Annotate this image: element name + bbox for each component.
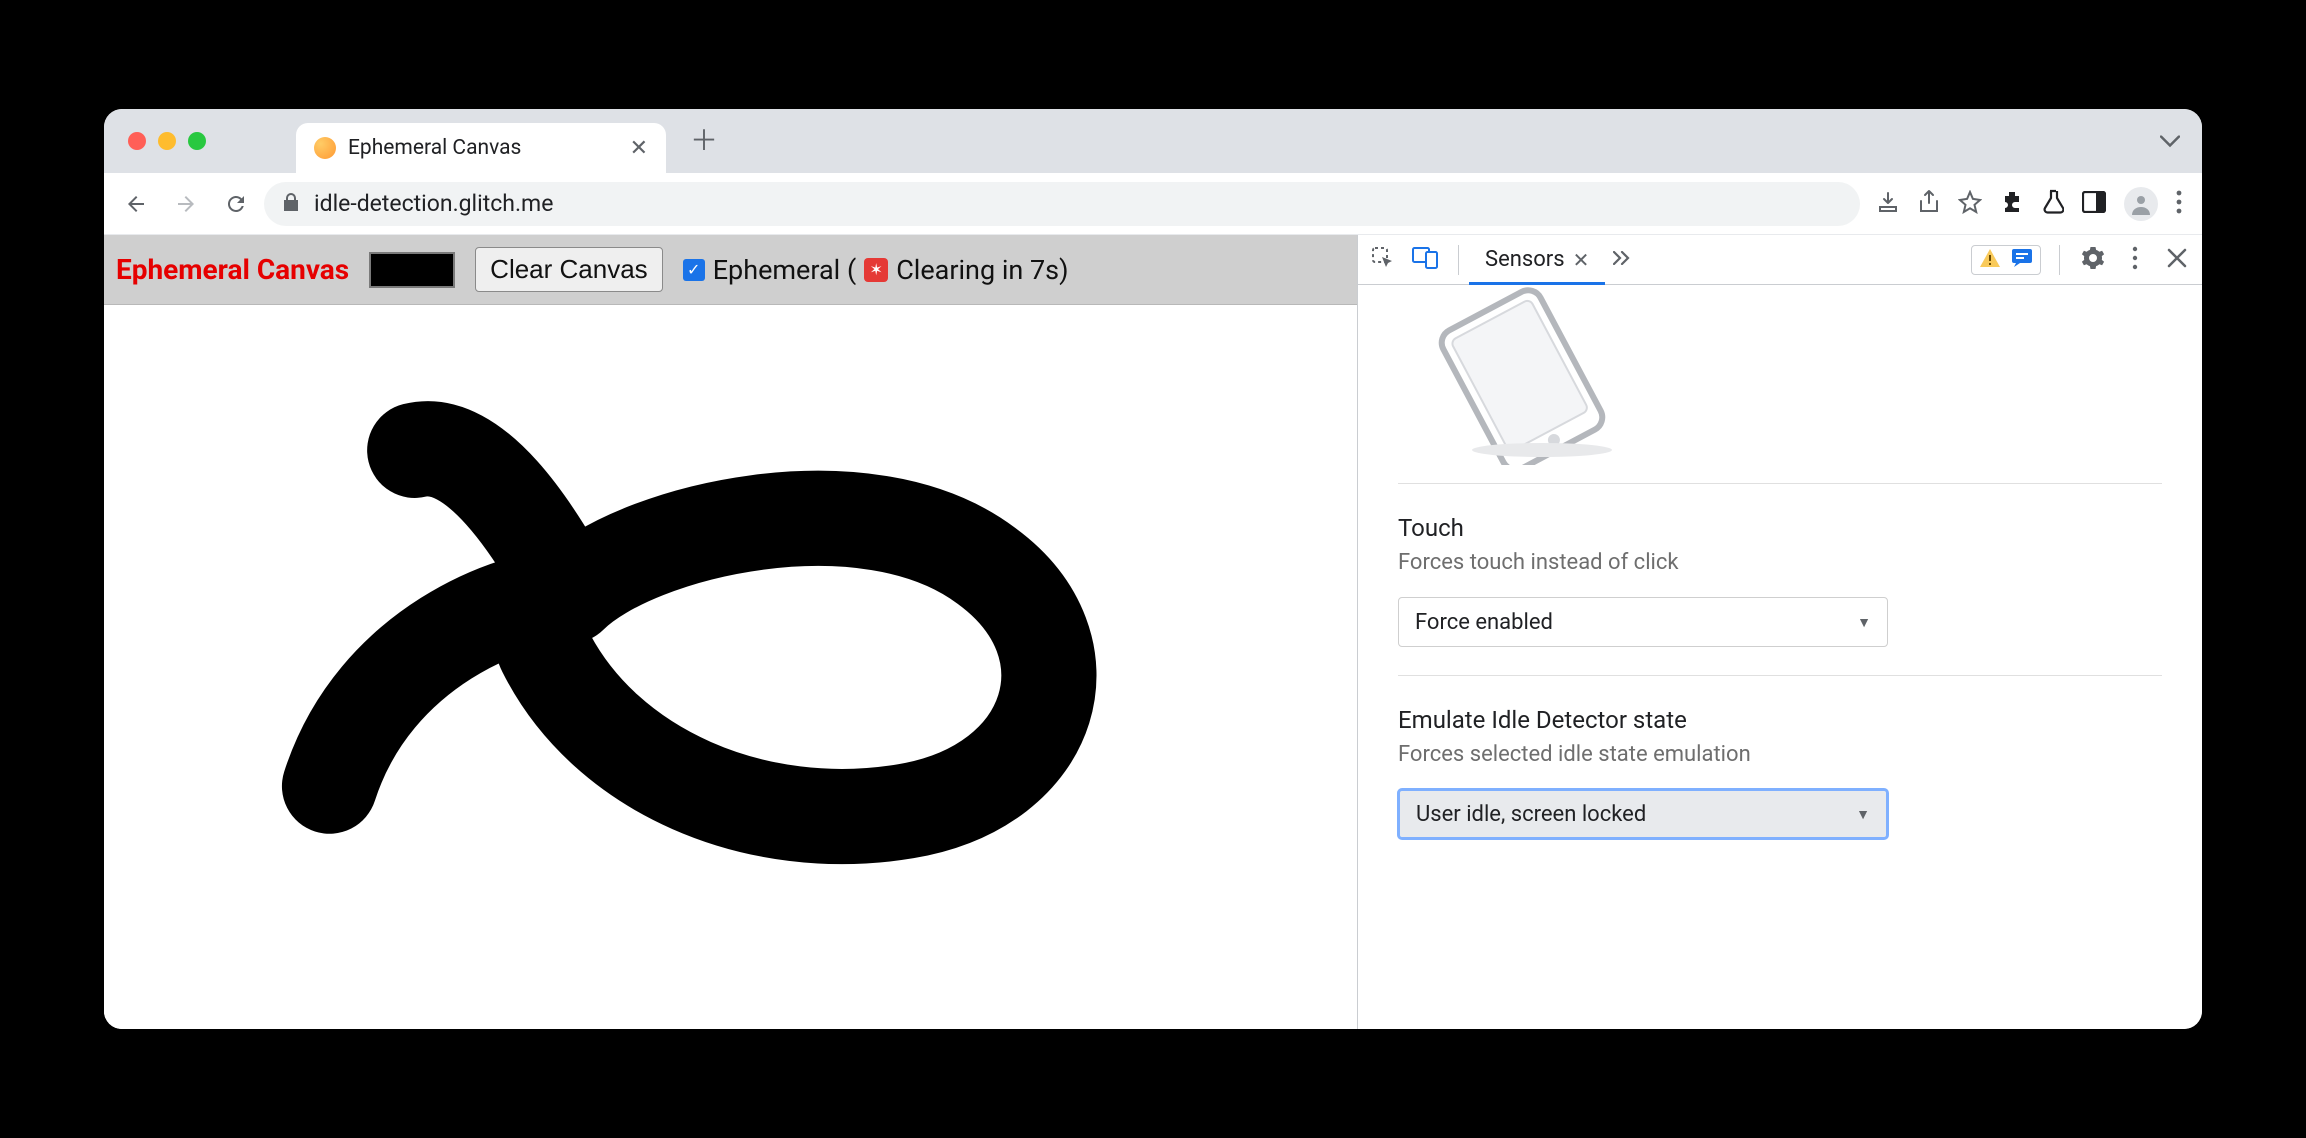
devtools-body: Touch Forces touch instead of click Forc… [1358,285,2202,1029]
page-viewport: Ephemeral Canvas Clear Canvas ✓ Ephemera… [104,235,1357,1029]
sidepanel-icon[interactable] [2082,191,2106,217]
profile-avatar[interactable] [2124,187,2158,221]
devtools-close-icon[interactable] [2162,248,2192,272]
url-text: idle-detection.glitch.me [314,190,553,217]
devtools-tab-label: Sensors [1485,247,1565,272]
separator [2059,245,2060,275]
window-controls [128,132,206,150]
warning-icon [1974,248,2006,272]
touch-select[interactable]: Force enabled ▼ [1398,597,1888,647]
browser-tab[interactable]: Ephemeral Canvas ✕ [296,123,666,173]
ephemeral-toggle-group: ✓ Ephemeral ( ✶ Clearing in 7s) [683,254,1069,286]
touch-heading: Touch [1398,514,2162,542]
devtools-tabbar: Sensors ✕ [1358,235,2202,285]
canvas-area[interactable] [104,305,1357,1029]
browser-window: Ephemeral Canvas ✕ ＋ idle-detection.glit… [104,109,2202,1029]
page-toolbar: Ephemeral Canvas Clear Canvas ✓ Ephemera… [104,235,1357,305]
install-icon[interactable] [1876,190,1900,218]
idle-sub: Forces selected idle state emulation [1398,742,2162,767]
touch-select-value: Force enabled [1415,610,1553,635]
new-tab-button[interactable]: ＋ [684,119,724,159]
idle-select[interactable]: User idle, screen locked ▼ [1398,789,1888,839]
device-toggle-icon[interactable] [1410,247,1440,273]
favicon-icon [314,137,336,159]
separator [1458,245,1459,275]
touch-sub: Forces touch instead of click [1398,550,2162,575]
chevron-down-icon: ▼ [1857,614,1871,631]
window-minimize-button[interactable] [158,132,176,150]
feedback-icon [2006,248,2038,272]
tabs-dropdown-icon[interactable] [2160,129,2180,154]
devtools-panel: Sensors ✕ [1357,235,2202,1029]
chrome-tabbar: Ephemeral Canvas ✕ ＋ [104,109,2202,173]
extensions-icon[interactable] [2000,190,2024,218]
chevron-down-icon: ▼ [1856,806,1870,823]
close-tab-icon[interactable]: ✕ [1573,248,1590,272]
idle-section: Emulate Idle Detector state Forces selec… [1398,675,2162,867]
ephemeral-label-suffix: Clearing in 7s) [896,254,1068,286]
idle-heading: Emulate Idle Detector state [1398,706,2162,734]
ephemeral-label-prefix: Ephemeral ( [713,254,857,286]
devtools-tabbar-right [1971,245,2192,275]
clear-canvas-button[interactable]: Clear Canvas [475,247,663,292]
back-button[interactable] [114,182,158,226]
touch-section: Touch Forces touch instead of click Forc… [1398,483,2162,675]
more-tabs-icon[interactable] [1609,250,1639,269]
forward-button[interactable] [164,182,208,226]
bookmark-star-icon[interactable] [1958,190,1982,218]
lock-icon [282,192,300,216]
ephemeral-checkbox[interactable]: ✓ [683,259,705,281]
address-bar: idle-detection.glitch.me [104,173,2202,235]
alarm-icon: ✶ [864,258,888,282]
devtools-settings-icon[interactable] [2078,246,2108,274]
omnibox[interactable]: idle-detection.glitch.me [264,182,1860,226]
reload-button[interactable] [214,182,258,226]
idle-select-value: User idle, screen locked [1416,802,1646,827]
window-close-button[interactable] [128,132,146,150]
tab-title: Ephemeral Canvas [348,136,618,160]
issues-pill[interactable] [1971,245,2041,275]
content-split: Ephemeral Canvas Clear Canvas ✓ Ephemera… [104,235,2202,1029]
color-swatch[interactable] [369,252,455,288]
orientation-preview [1398,285,2162,465]
devtools-tab-sensors[interactable]: Sensors ✕ [1477,235,1597,284]
labs-icon[interactable] [2042,189,2064,219]
share-icon[interactable] [1918,189,1940,219]
close-tab-icon[interactable]: ✕ [630,136,648,161]
page-title: Ephemeral Canvas [116,253,349,286]
devtools-menu-icon[interactable] [2120,246,2150,274]
chrome-menu-icon[interactable] [2176,190,2182,218]
window-zoom-button[interactable] [188,132,206,150]
toolbar-right [1866,187,2192,221]
inspect-element-icon[interactable] [1368,246,1398,274]
